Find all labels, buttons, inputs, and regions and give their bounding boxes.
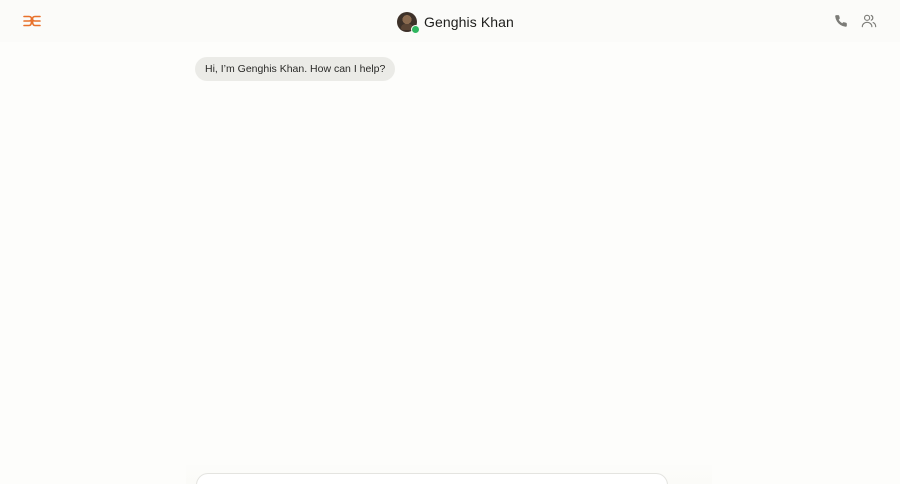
top-bar: Genghis Khan [0, 0, 900, 42]
message-bubble: Hi, I’m Genghis Khan. How can I help? [195, 57, 396, 81]
avatar [397, 11, 420, 34]
chat-title[interactable]: Genghis Khan [397, 11, 514, 34]
logo-button[interactable] [21, 12, 43, 30]
phone-icon [835, 15, 847, 27]
logo-icon [23, 15, 41, 27]
online-status-indicator [411, 24, 420, 34]
call-button[interactable] [832, 12, 850, 30]
chat-app: Genghis Khan Hi, I’m Genghis Khan. How c… [0, 0, 900, 484]
message-input[interactable] [196, 473, 668, 484]
chat-name: Genghis Khan [424, 13, 514, 30]
participants-button[interactable] [860, 12, 878, 30]
people-icon [861, 14, 877, 28]
message-list[interactable]: Hi, I’m Genghis Khan. How can I help? [0, 42, 900, 462]
